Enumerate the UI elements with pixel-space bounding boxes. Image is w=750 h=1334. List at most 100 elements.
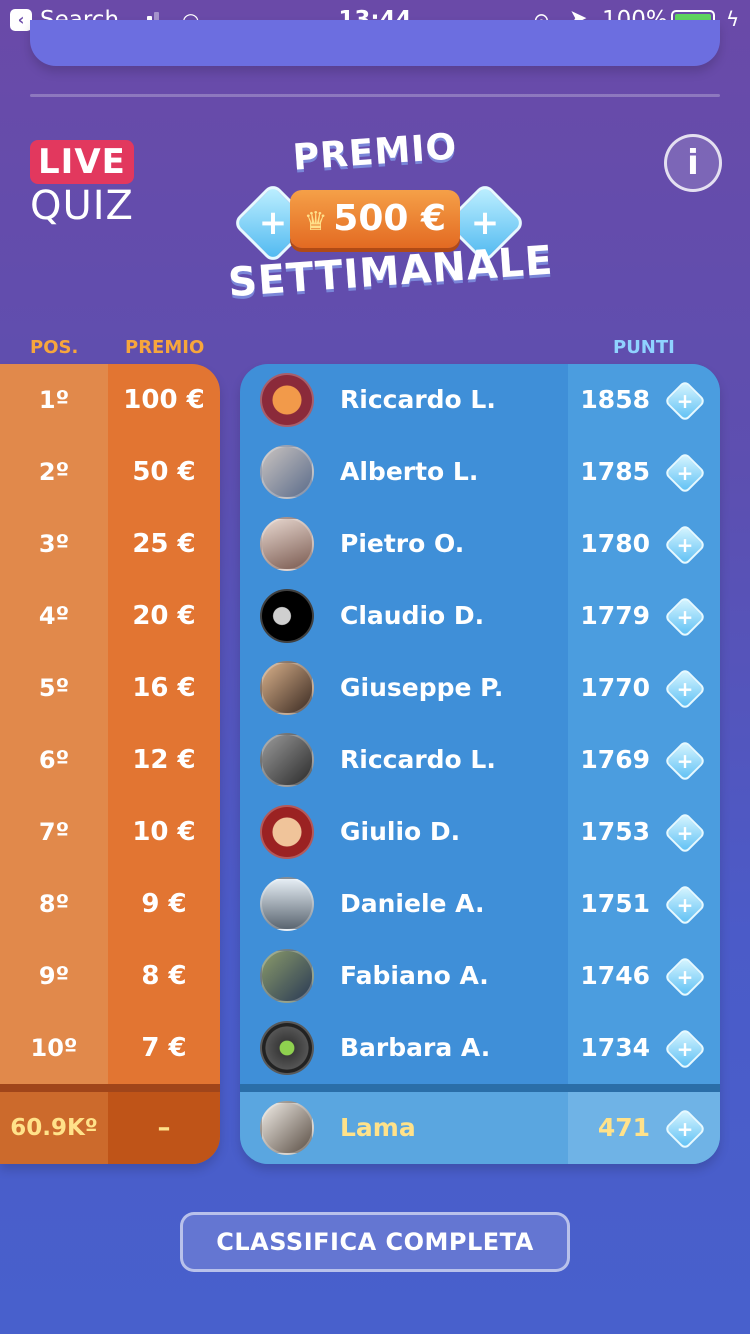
leaderboard-panel: Riccardo L. 1858 + Alberto L. 1785 + Pie… xyxy=(240,364,720,1164)
avatar xyxy=(260,517,314,571)
leaderboard-row[interactable]: Alberto L. 1785 + xyxy=(240,436,720,508)
prize: 12 € xyxy=(132,745,196,775)
prize: 7 € xyxy=(141,1033,187,1063)
prize: 100 € xyxy=(123,385,205,415)
prize-row: 6º 12 € xyxy=(0,724,220,796)
logo-live: LIVE xyxy=(30,140,134,184)
leaderboard-row[interactable]: Riccardo L. 1858 + xyxy=(240,364,720,436)
my-prize-row: 60.9Kº – xyxy=(0,1092,220,1164)
player-score: 1753 xyxy=(580,817,650,846)
avatar xyxy=(260,805,314,859)
leaderboard-row[interactable]: Giuseppe P. 1770 + xyxy=(240,652,720,724)
avatar xyxy=(260,589,314,643)
prize: 9 € xyxy=(141,889,187,919)
gem-plus-icon: + xyxy=(663,595,707,639)
prize-amount: 500 € xyxy=(333,198,447,239)
trophy-icon: ♛ xyxy=(303,207,328,237)
avatar xyxy=(260,373,314,427)
gem-plus-icon: + xyxy=(663,811,707,855)
gem-plus-icon: + xyxy=(663,1107,707,1151)
avatar xyxy=(260,877,314,931)
position: 9º xyxy=(38,962,70,990)
player-name: Fabiano A. xyxy=(340,961,489,990)
player-name: Giulio D. xyxy=(340,817,461,846)
position: 10º xyxy=(30,1034,78,1062)
full-leaderboard-button[interactable]: CLASSIFICA COMPLETA xyxy=(180,1212,570,1272)
player-score: 1858 xyxy=(580,385,650,414)
leaderboard-row[interactable]: Fabiano A. 1746 + xyxy=(240,940,720,1012)
my-prize: – xyxy=(157,1113,171,1143)
prize-row: 9º 8 € xyxy=(0,940,220,1012)
logo-quiz: QUIZ xyxy=(30,183,134,229)
my-position: 60.9Kº xyxy=(0,1092,108,1164)
my-leaderboard-row[interactable]: Lama 471 + xyxy=(240,1092,720,1164)
leaderboard-row[interactable]: Barbara A. 1734 + xyxy=(240,1012,720,1084)
player-name: Riccardo L. xyxy=(340,745,496,774)
avatar xyxy=(260,949,314,1003)
header-punti: PUNTI xyxy=(613,337,675,358)
player-name: Claudio D. xyxy=(340,601,485,630)
player-name: Riccardo L. xyxy=(340,385,496,414)
prize-badge: ♛ 500 € xyxy=(290,190,460,248)
position: 8º xyxy=(38,890,70,918)
header-pos: POS. xyxy=(30,337,79,358)
gem-plus-icon: + xyxy=(663,523,707,567)
player-name: Alberto L. xyxy=(340,457,479,486)
gem-plus-icon: + xyxy=(663,1027,707,1071)
prize-row: 1º 100 € xyxy=(0,364,220,436)
avatar xyxy=(260,661,314,715)
gem-plus-icon: + xyxy=(663,739,707,783)
position: 5º xyxy=(38,674,70,702)
banner-title: PREMIO xyxy=(291,126,459,179)
player-score: 1780 xyxy=(580,529,650,558)
player-score: 1746 xyxy=(580,961,650,990)
position: 6º xyxy=(38,746,70,774)
avatar xyxy=(260,1021,314,1075)
prize-row: 2º 50 € xyxy=(0,436,220,508)
leaderboard-row[interactable]: Pietro O. 1780 + xyxy=(240,508,720,580)
player-score: 1770 xyxy=(580,673,650,702)
gem-plus-icon: + xyxy=(663,955,707,999)
player-score: 1779 xyxy=(580,601,650,630)
position: 3º xyxy=(38,530,70,558)
prize-row: 10º 7 € xyxy=(0,1012,220,1084)
leaderboard-row[interactable]: Claudio D. 1779 + xyxy=(240,580,720,652)
header-premio: PREMIO xyxy=(125,337,205,358)
prize-row: 4º 20 € xyxy=(0,580,220,652)
avatar xyxy=(260,445,314,499)
position: 4º xyxy=(38,602,70,630)
player-name: Giuseppe P. xyxy=(340,673,504,702)
prize-row: 5º 16 € xyxy=(0,652,220,724)
prize-row: 8º 9 € xyxy=(0,868,220,940)
live-quiz-logo: LIVE QUIZ xyxy=(30,140,134,226)
prize: 16 € xyxy=(132,673,196,703)
position: 1º xyxy=(38,386,70,414)
gem-plus-icon: + xyxy=(663,451,707,495)
prize-panel: 1º 100 € 2º 50 € 3º 25 € 4º 20 € 5º 16 € 6º 12… xyxy=(0,364,220,1164)
prize: 50 € xyxy=(132,457,196,487)
my-score: 471 xyxy=(597,1113,650,1142)
player-score: 1751 xyxy=(580,889,650,918)
charging-icon: ϟ xyxy=(726,7,740,31)
prize: 10 € xyxy=(132,817,196,847)
position: 2º xyxy=(38,458,70,486)
player-score: 1769 xyxy=(580,745,650,774)
my-name: Lama xyxy=(340,1113,416,1142)
prize-row: 3º 25 € xyxy=(0,508,220,580)
avatar xyxy=(260,1101,314,1155)
leaderboard-row[interactable]: Riccardo L. 1769 + xyxy=(240,724,720,796)
player-score: 1734 xyxy=(580,1033,650,1062)
gem-plus-icon: + xyxy=(663,667,707,711)
prize: 8 € xyxy=(141,961,187,991)
prize-row: 7º 10 € xyxy=(0,796,220,868)
player-score: 1785 xyxy=(580,457,650,486)
leaderboard-row[interactable]: Giulio D. 1753 + xyxy=(240,796,720,868)
player-name: Pietro O. xyxy=(340,529,465,558)
prize: 25 € xyxy=(132,529,196,559)
position: 7º xyxy=(38,818,70,846)
prize: 20 € xyxy=(132,601,196,631)
gem-plus-icon: + xyxy=(663,379,707,423)
gem-plus-icon: + xyxy=(663,883,707,927)
info-button[interactable]: i xyxy=(664,134,722,192)
leaderboard-row[interactable]: Daniele A. 1751 + xyxy=(240,868,720,940)
